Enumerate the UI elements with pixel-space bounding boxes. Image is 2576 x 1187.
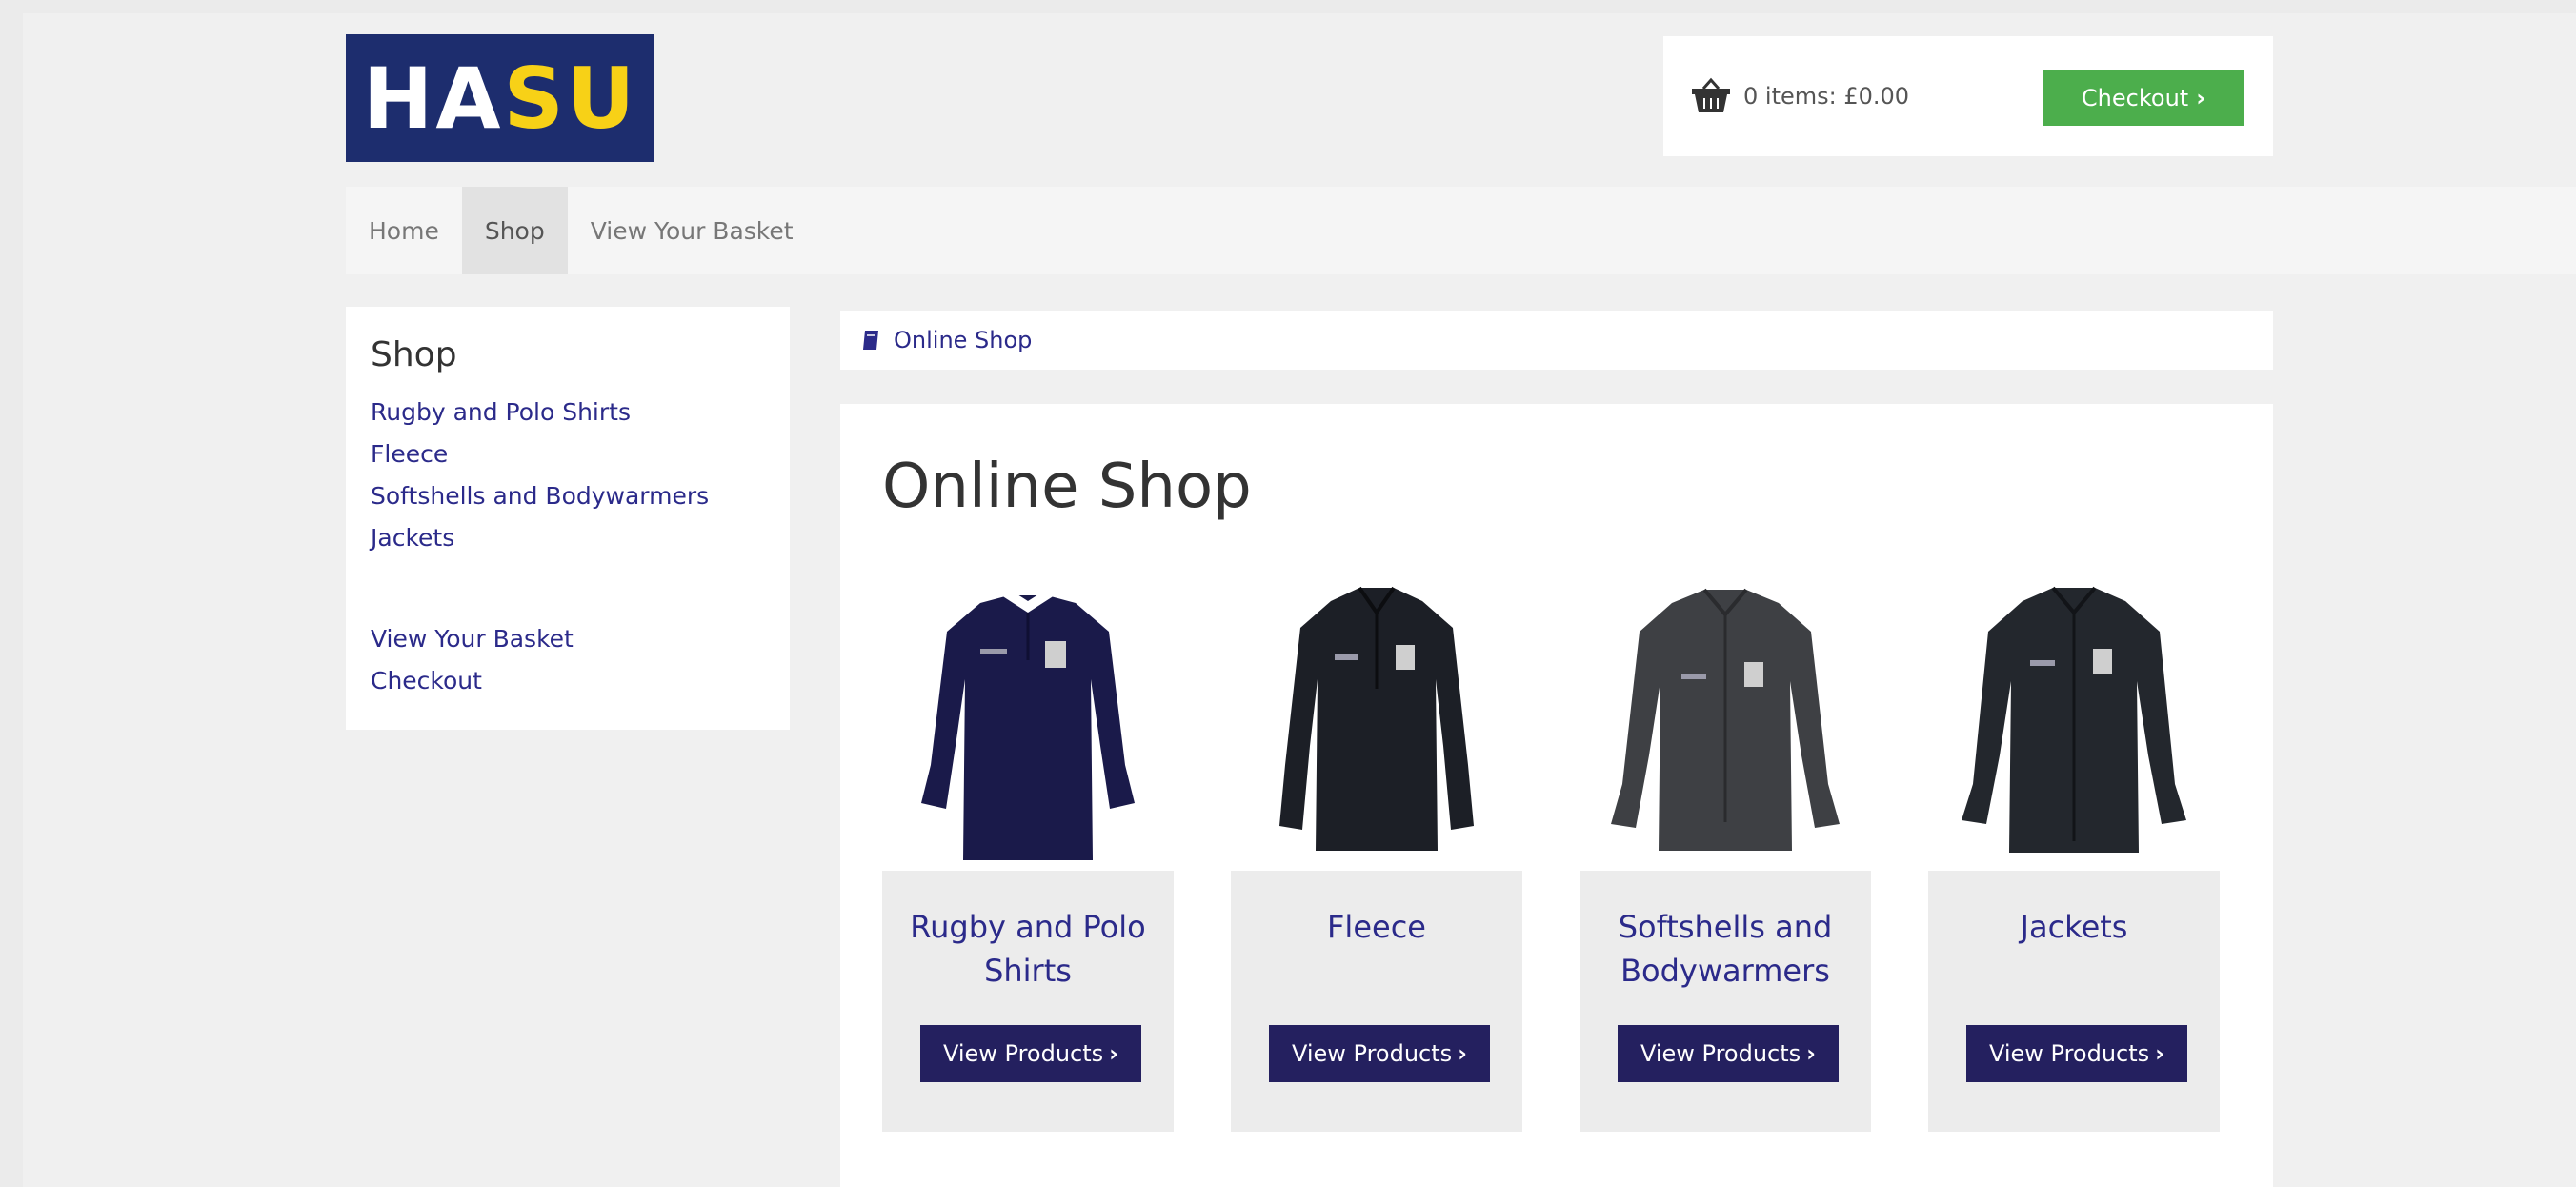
book-icon [863,331,878,350]
shop-sidebar: Shop Rugby and Polo Shirts Fleece Softsh… [346,307,790,730]
rugby-shirt-image[interactable] [882,564,1174,871]
category-title-jackets[interactable]: Jackets [1928,905,2220,949]
sidebar-link-softshells[interactable]: Softshells and Bodywarmers [371,475,765,517]
hasu-logo[interactable]: HA SU [346,34,654,162]
view-products-label: View Products [1640,1040,1801,1067]
nav-item-view-basket[interactable]: View Your Basket [568,187,816,274]
sidebar-link-fleece[interactable]: Fleece [371,433,765,475]
fleece-image[interactable] [1231,564,1522,871]
category-cards: Rugby and Polo Shirts View Products › Fle… [882,564,2273,1132]
sidebar-link-view-basket[interactable]: View Your Basket [371,618,765,660]
view-products-label: View Products [942,1040,1104,1067]
page-title: Online Shop [882,452,1252,522]
view-products-button-jackets[interactable]: View Products › [1966,1025,2187,1082]
chevron-right-icon: › [1806,1040,1817,1067]
basket-summary-text[interactable]: 0 items: £0.00 [1743,83,1909,110]
basket-icon [1692,77,1730,112]
breadcrumb: Online Shop [840,311,2273,370]
view-products-button-softshells[interactable]: View Products › [1618,1025,1839,1082]
category-card-fleece: Fleece View Products › [1231,564,1522,1132]
checkout-button[interactable]: Checkout › [2043,70,2244,126]
category-card-jackets: Jackets View Products › [1928,564,2220,1132]
logo-text-su: SU [503,49,638,148]
sidebar-link-rugby-polo[interactable]: Rugby and Polo Shirts [371,392,765,433]
nav-item-shop[interactable]: Shop [461,187,568,274]
category-title-rugby-polo[interactable]: Rugby and Polo Shirts [882,905,1174,993]
main-content: Online Shop Rugby and Polo Shirts View P… [840,404,2273,1187]
jacket-image[interactable] [1928,564,2220,871]
view-products-button-rugby-polo[interactable]: View Products › [920,1025,1141,1082]
logo-text-ha: HA [362,49,504,148]
breadcrumb-online-shop[interactable]: Online Shop [894,327,1032,353]
chevron-right-icon: › [2155,1040,2165,1067]
view-products-button-fleece[interactable]: View Products › [1269,1025,1490,1082]
category-card-softshells: Softshells and Bodywarmers View Products… [1580,564,1871,1132]
chevron-right-icon: › [1458,1040,1468,1067]
sidebar-link-jackets[interactable]: Jackets [371,517,765,559]
main-navbar: Home Shop View Your Basket [346,187,2576,274]
category-card-rugby-polo: Rugby and Polo Shirts View Products › [882,564,1174,1132]
view-products-label: View Products [1291,1040,1453,1067]
category-title-fleece[interactable]: Fleece [1231,905,1522,949]
softshell-image[interactable] [1580,564,1871,871]
view-products-label: View Products [1988,1040,2150,1067]
sidebar-link-checkout[interactable]: Checkout [371,660,765,702]
checkout-button-label: Checkout [2081,85,2189,111]
category-title-softshells[interactable]: Softshells and Bodywarmers [1580,905,1871,993]
nav-item-home[interactable]: Home [346,187,462,274]
sidebar-heading: Shop [371,335,457,374]
chevron-right-icon: › [1109,1040,1119,1067]
chevron-right-icon: › [2196,85,2206,111]
